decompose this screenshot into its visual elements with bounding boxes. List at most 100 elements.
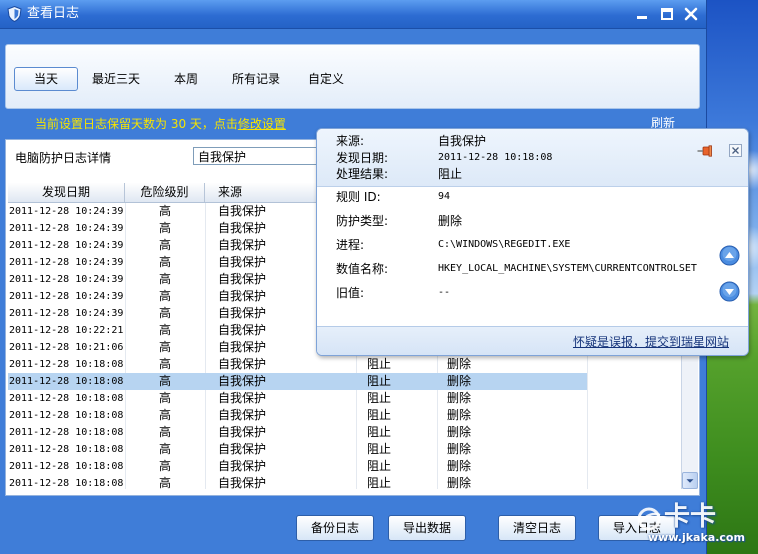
cell-level: 高 [158, 272, 171, 286]
summary-value: 阻止 [438, 167, 463, 181]
watermark-logo: 卡卡 [664, 502, 717, 532]
cell-date: 2011-12-28 10:18:08 [9, 461, 124, 472]
summary-label: 处理结果: [336, 167, 389, 181]
log-detail-popup: 来源: 自我保护 发现日期: 2011-12-28 10:18:08 处理结果: 阻止 规则… [316, 128, 749, 356]
cell-date: 2011-12-28 10:24:39 [9, 206, 124, 217]
cell-source: 自我保护 [218, 425, 267, 439]
cell-level: 高 [158, 255, 171, 269]
summary-label: 来源: [336, 134, 365, 148]
cell-action: 删除 [447, 442, 472, 456]
cell-date: 2011-12-28 10:24:39 [9, 257, 124, 268]
cell-source: 自我保护 [218, 357, 267, 371]
cell-result: 阻止 [367, 357, 392, 371]
cell-level: 高 [158, 476, 171, 489]
cell-date: 2011-12-28 10:24:39 [9, 274, 124, 285]
cell-level: 高 [158, 238, 171, 252]
cell-source: 自我保护 [218, 459, 267, 473]
cell-date: 2011-12-28 10:18:08 [9, 359, 124, 370]
cell-result: 阻止 [367, 459, 392, 473]
table-row[interactable]: 2011-12-28 10:18:08 高 自我保护 阻止 删除 [8, 441, 587, 458]
cell-action: 删除 [447, 408, 472, 422]
time-range-tabs: 当天 最近三天 本周 所有记录 自定义 [14, 67, 358, 91]
pin-icon[interactable] [697, 145, 713, 157]
table-row[interactable]: 2011-12-28 10:18:08 高 自我保护 阻止 删除 [8, 458, 587, 475]
detail-label: 数值名称: [336, 262, 389, 276]
close-icon[interactable] [729, 144, 742, 157]
maximize-icon[interactable] [660, 7, 674, 21]
clear-log-button[interactable]: 清空日志 [498, 515, 576, 541]
cell-level: 高 [158, 340, 171, 354]
cell-level: 高 [158, 391, 171, 405]
table-row[interactable]: 2011-12-28 10:18:08 高 自我保护 阻止 删除 [8, 424, 587, 441]
table-row[interactable]: 2011-12-28 10:18:08 高 自我保护 阻止 删除 [8, 373, 587, 390]
log-panel-label: 电脑防护日志详情 [15, 151, 112, 165]
cell-level: 高 [158, 306, 171, 320]
watermark-url: www.jkaka.com [648, 531, 745, 544]
detail-label: 规则 ID: [336, 190, 381, 204]
arrow-down-icon[interactable] [719, 281, 740, 302]
cell-result: 阻止 [367, 476, 392, 489]
cell-date: 2011-12-28 10:24:39 [9, 223, 124, 234]
cell-date: 2011-12-28 10:18:08 [9, 376, 124, 387]
column-header-level[interactable]: 危险级别 [125, 183, 205, 202]
cell-date: 2011-12-28 10:18:08 [9, 478, 124, 489]
table-row[interactable]: 2011-12-28 10:18:08 高 自我保护 阻止 删除 [8, 356, 587, 373]
modify-settings-link[interactable]: 修改设置 [238, 117, 286, 131]
cell-source: 自我保护 [218, 374, 267, 388]
cell-date: 2011-12-28 10:24:39 [9, 291, 124, 302]
title-bar[interactable]: 查看日志 [0, 0, 706, 29]
cell-source: 自我保护 [218, 476, 267, 489]
popup-footer: 怀疑是误报，提交到瑞星网站 [317, 326, 748, 355]
tab-2[interactable]: 本周 [154, 67, 218, 91]
cell-date: 2011-12-28 10:18:08 [9, 427, 124, 438]
cell-level: 高 [158, 221, 171, 235]
cell-result: 阻止 [367, 374, 392, 388]
cell-date: 2011-12-28 10:24:39 [9, 308, 124, 319]
retention-notice: 当前设置日志保留天数为 30 天，点击修改设置 [35, 116, 286, 132]
cell-level: 高 [158, 204, 171, 218]
cell-action: 删除 [447, 459, 472, 473]
cell-date: 2011-12-28 10:22:21 [9, 325, 124, 336]
cell-source: 自我保护 [218, 391, 267, 405]
detail-label: 防护类型: [336, 214, 389, 228]
tab-0[interactable]: 当天 [14, 67, 78, 91]
detail-value: 删除 [438, 214, 463, 228]
cell-level: 高 [158, 442, 171, 456]
cell-date: 2011-12-28 10:24:39 [9, 240, 124, 251]
table-row[interactable]: 2011-12-28 10:18:08 高 自我保护 阻止 删除 [8, 475, 587, 489]
cell-source: 自我保护 [218, 408, 267, 422]
detail-label: 旧值: [336, 286, 365, 300]
tab-3[interactable]: 所有记录 [224, 67, 288, 91]
arrow-down-icon[interactable] [682, 472, 698, 489]
export-data-button[interactable]: 导出数据 [388, 515, 466, 541]
cell-level: 高 [158, 374, 171, 388]
cell-source: 自我保护 [218, 442, 267, 456]
cell-level: 高 [158, 357, 171, 371]
tab-4[interactable]: 自定义 [294, 67, 358, 91]
cell-level: 高 [158, 408, 171, 422]
window-title: 查看日志 [27, 6, 80, 21]
minimize-icon[interactable] [635, 7, 649, 21]
tab-1[interactable]: 最近三天 [84, 67, 148, 91]
cell-action: 删除 [447, 357, 472, 371]
arrow-up-icon[interactable] [719, 245, 740, 266]
cell-action: 删除 [447, 391, 472, 405]
close-icon[interactable] [684, 7, 698, 21]
cell-date: 2011-12-28 10:18:08 [9, 444, 124, 455]
backup-log-button[interactable]: 备份日志 [296, 515, 374, 541]
cell-level: 高 [158, 459, 171, 473]
report-false-positive-link[interactable]: 怀疑是误报，提交到瑞星网站 [573, 335, 729, 349]
cell-date: 2011-12-28 10:18:08 [9, 393, 124, 404]
table-row[interactable]: 2011-12-28 10:18:08 高 自我保护 阻止 删除 [8, 390, 587, 407]
cell-action: 删除 [447, 476, 472, 489]
table-row[interactable]: 2011-12-28 10:18:08 高 自我保护 阻止 删除 [8, 407, 587, 424]
cell-action: 删除 [447, 374, 472, 388]
cell-result: 阻止 [367, 391, 392, 405]
cell-date: 2011-12-28 10:18:08 [9, 410, 124, 421]
cell-action: 删除 [447, 425, 472, 439]
detail-value: 94 [438, 191, 451, 202]
cell-level: 高 [158, 425, 171, 439]
summary-label: 发现日期: [336, 151, 389, 165]
column-header-date[interactable]: 发现日期 [8, 183, 125, 202]
cell-result: 阻止 [367, 442, 392, 456]
